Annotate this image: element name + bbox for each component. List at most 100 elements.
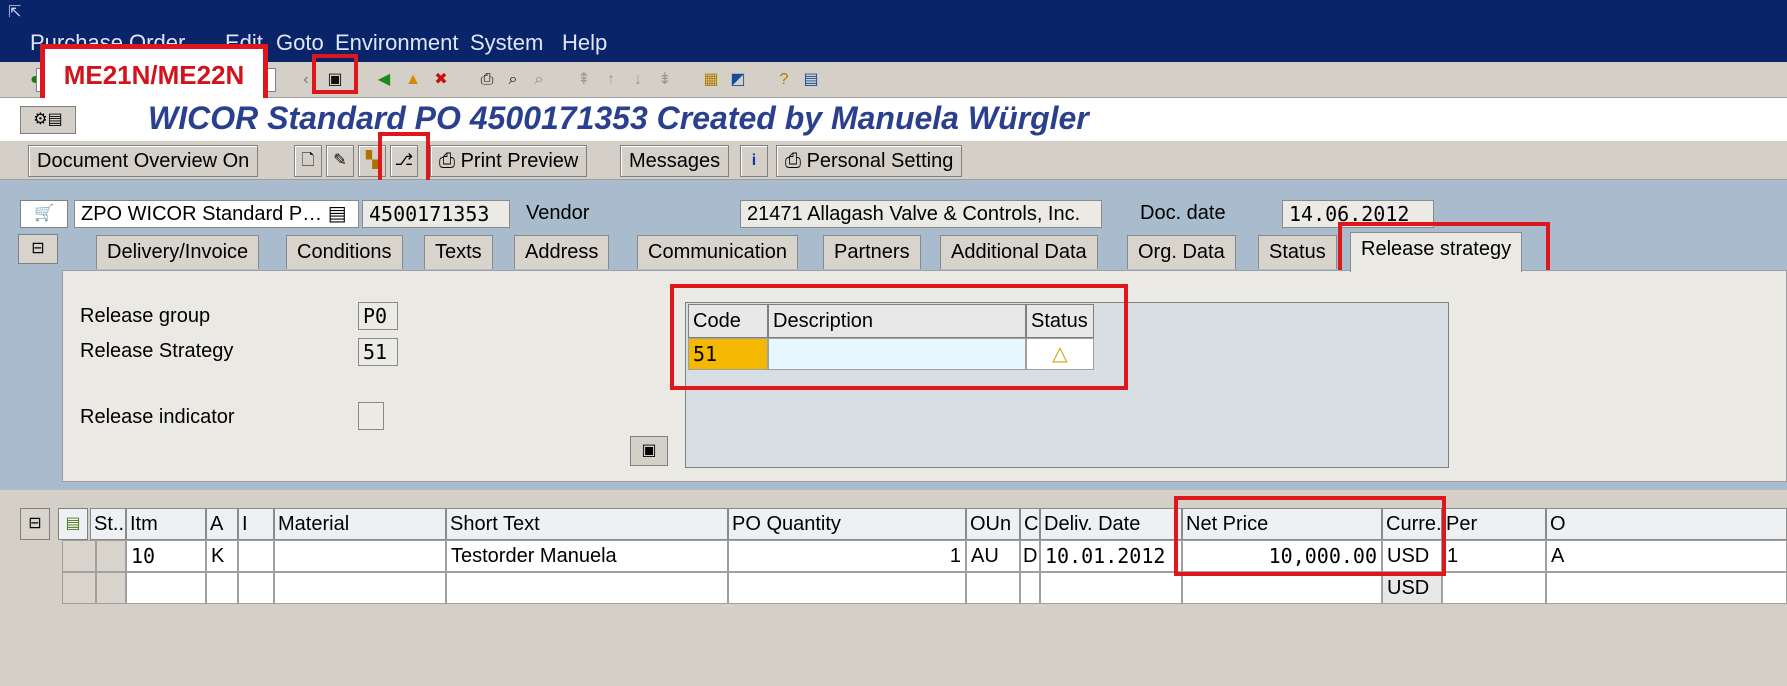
table-cell-delivery-date[interactable]: 10.01.2012 (1040, 540, 1182, 572)
select-all-icon[interactable]: ▤ (58, 508, 88, 540)
tab-release-strategy[interactable]: Release strategy (1350, 232, 1523, 272)
cart-icon[interactable]: 🛒 (20, 200, 68, 228)
table-cell-category[interactable]: D (1020, 540, 1040, 572)
col-status[interactable]: St.. (90, 508, 126, 540)
table-cell-quantity[interactable]: 1 (728, 540, 966, 572)
help-icon[interactable]: ? (773, 69, 795, 91)
col-delivery-date[interactable]: Deliv. Date (1040, 508, 1182, 540)
table-cell-account-assignment[interactable]: K (206, 540, 238, 572)
table-cell-order-price-unit[interactable] (1546, 572, 1787, 604)
previous-page-icon[interactable]: ↑ (600, 69, 622, 91)
col-per[interactable]: Per (1442, 508, 1546, 540)
table-cell-status (96, 540, 126, 572)
tab-partners[interactable]: Partners (823, 235, 921, 269)
col-item[interactable]: Itm (126, 508, 206, 540)
menu-help[interactable]: Help (562, 30, 607, 56)
menu-goto[interactable]: Goto (276, 30, 324, 56)
dropdown-icon: ▤ (327, 203, 347, 225)
create-session-icon[interactable]: ▦ (700, 69, 722, 91)
release-group-label: Release group (80, 305, 211, 327)
first-page-icon[interactable]: ⇞ (573, 69, 595, 91)
table-cell-item[interactable]: 10 (126, 540, 206, 572)
last-page-icon[interactable]: ⇟ (654, 69, 676, 91)
table-cell-material[interactable] (274, 540, 446, 572)
table-cell-delivery-date[interactable] (1040, 572, 1182, 604)
tab-additional-data[interactable]: Additional Data (940, 235, 1098, 269)
table-cell-material[interactable] (274, 572, 446, 604)
highlight-check (378, 132, 430, 184)
row-selector[interactable] (62, 540, 96, 572)
grid-config-icon[interactable]: ⊟ (20, 508, 50, 540)
table-cell-item-category[interactable] (238, 572, 274, 604)
table-cell-short-text[interactable] (446, 572, 728, 604)
release-indicator-field (358, 402, 384, 430)
personal-setting-button[interactable]: ⎙ Personal Setting (776, 145, 963, 177)
shortcut-icon[interactable]: ◩ (727, 69, 749, 91)
table-cell-short-text[interactable]: Testorder Manuela (446, 540, 728, 572)
table-cell-quantity[interactable] (728, 572, 966, 604)
tab-address[interactable]: Address (514, 235, 610, 269)
print-icon[interactable]: ⎙ (476, 69, 498, 91)
col-category[interactable]: C (1020, 508, 1040, 540)
highlight-save (312, 54, 358, 94)
document-type-value: ZPO WICOR Standard P… (81, 203, 323, 225)
cancel-icon[interactable]: ✖ (430, 69, 452, 91)
services-for-object-icon[interactable]: ⚙▤ (20, 106, 76, 134)
table-cell-order-unit[interactable]: AU (966, 540, 1020, 572)
print-preview-label: Print Preview (460, 150, 579, 172)
highlight-release-table (670, 284, 1128, 390)
title-bar (0, 0, 1787, 62)
personal-setting-icon: ⎙ (785, 150, 807, 172)
menu-system[interactable]: System (470, 30, 543, 56)
col-account-assignment[interactable]: A (206, 508, 238, 540)
system-menu-icon[interactable]: ⇱ (8, 2, 21, 22)
print-preview-button[interactable]: ⎙ Print Preview (430, 145, 588, 177)
tab-list-icon[interactable]: ⊟ (18, 234, 58, 264)
tab-conditions[interactable]: Conditions (286, 235, 403, 269)
create-icon[interactable]: 🗋 (294, 145, 322, 177)
table-cell-order-price-unit[interactable]: A (1546, 540, 1787, 572)
table-cell-per[interactable]: 1 (1442, 540, 1546, 572)
personal-setting-label: Personal Setting (806, 150, 954, 172)
col-po-quantity[interactable]: PO Quantity (728, 508, 966, 540)
back-icon[interactable]: ◀ (373, 69, 395, 91)
col-order-unit[interactable]: OUn (966, 508, 1020, 540)
table-cell-net-price[interactable] (1182, 572, 1382, 604)
page-title: WICOR Standard PO 4500171353 Created by … (148, 100, 1089, 136)
release-strategy-field: 51 (358, 338, 398, 366)
tab-texts[interactable]: Texts (424, 235, 493, 269)
tab-communication[interactable]: Communication (637, 235, 798, 269)
find-next-icon[interactable]: ⌕ (528, 69, 550, 91)
info-icon[interactable]: i (740, 145, 768, 177)
document-type-field[interactable]: ZPO WICOR Standard P… ▤ (74, 200, 359, 228)
menu-environment[interactable]: Environment (335, 30, 459, 56)
table-cell-category[interactable] (1020, 572, 1040, 604)
row-selector[interactable] (62, 572, 96, 604)
standard-toolbar: ● ‹ ▣ ◀ ▲ ✖ ⎙ ⌕ ⌕ ⇞ ↑ ↓ ⇟ ▦ ◩ ? ▤ (0, 62, 1787, 98)
col-short-text[interactable]: Short Text (446, 508, 728, 540)
table-cell-status (96, 572, 126, 604)
vendor-field: 21471 Allagash Valve & Controls, Inc. (740, 200, 1102, 228)
document-overview-button[interactable]: Document Overview On (28, 145, 259, 177)
next-page-icon[interactable]: ↓ (627, 69, 649, 91)
col-item-category[interactable]: I (238, 508, 274, 540)
transaction-callout: ME21N/ME22N (40, 44, 268, 106)
table-cell-per[interactable] (1442, 572, 1546, 604)
exit-icon[interactable]: ▲ (402, 69, 424, 91)
find-icon[interactable]: ⌕ (502, 69, 524, 91)
col-order-price-unit[interactable]: O (1546, 508, 1787, 540)
messages-button[interactable]: Messages (620, 145, 730, 177)
col-material[interactable]: Material (274, 508, 446, 540)
table-cell-currency[interactable]: USD (1382, 572, 1442, 604)
tab-org-data[interactable]: Org. Data (1127, 235, 1236, 269)
release-details-icon[interactable]: ▣ (630, 436, 668, 466)
layout-menu-icon[interactable]: ▤ (800, 69, 822, 91)
table-cell-item-category[interactable] (238, 540, 274, 572)
table-cell-order-unit[interactable] (966, 572, 1020, 604)
table-cell-item[interactable] (126, 572, 206, 604)
tab-status[interactable]: Status (1258, 235, 1337, 269)
tab-delivery-invoice[interactable]: Delivery/Invoice (96, 235, 260, 269)
release-indicator-label: Release indicator (80, 406, 235, 428)
table-cell-account-assignment[interactable] (206, 572, 238, 604)
display-change-icon[interactable]: ✎ (326, 145, 354, 177)
